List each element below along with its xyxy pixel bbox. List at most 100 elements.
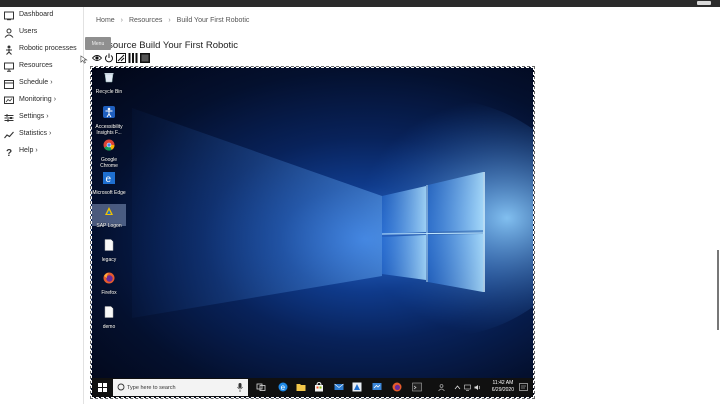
- page-scrollbar[interactable]: [717, 250, 719, 330]
- sidebar-item-label: Help ›: [19, 147, 38, 154]
- firefox-icon: [103, 272, 115, 284]
- app-launcher-icon[interactable]: [352, 382, 362, 392]
- volume-icon[interactable]: [474, 384, 481, 391]
- sidebar-item-label: Users: [19, 28, 38, 35]
- breadcrumb-separator: ›: [120, 17, 123, 24]
- people-icon[interactable]: [438, 384, 445, 391]
- svg-text:e: e: [281, 383, 286, 392]
- desktop-icon-label: Google Chrome: [100, 157, 118, 169]
- network-icon[interactable]: [464, 384, 471, 391]
- screenshot-button[interactable]: [116, 53, 126, 63]
- breadcrumb-home[interactable]: Home: [96, 17, 115, 24]
- firefox-taskbar-icon[interactable]: [392, 382, 402, 392]
- sap-icon: [105, 207, 113, 215]
- sidebar-item-schedule[interactable]: Schedule ›: [0, 76, 84, 92]
- sliders-icon: [4, 114, 14, 122]
- breadcrumb-separator: ›: [168, 17, 171, 24]
- chevron-right-icon: ›: [50, 79, 53, 86]
- desktop-icon-label: demo: [102, 324, 116, 330]
- mouse-cursor-icon: [80, 55, 88, 64]
- search-icon: [117, 383, 125, 391]
- chart-icon: [4, 131, 14, 139]
- breadcrumb-resources[interactable]: Resources: [129, 17, 162, 24]
- recycle-bin-icon: [104, 73, 114, 83]
- search-placeholder: Type here to search: [127, 384, 176, 391]
- desktop-icon-accessibility-insights[interactable]: Accessibility Insights F...: [92, 105, 126, 136]
- sidebar-item-resources[interactable]: Resources: [0, 59, 84, 75]
- clock-time: 11:42 AM: [492, 380, 514, 386]
- windows-start-icon[interactable]: [98, 383, 107, 392]
- sidebar-item-robotic-processes[interactable]: Robotic processes: [0, 42, 84, 58]
- power-button[interactable]: [104, 53, 114, 63]
- windows-wallpaper: [132, 98, 533, 338]
- sidebar: Dashboard Users Robotic processes Resour…: [0, 7, 84, 404]
- desktop-icon-label: SAP Logon: [96, 223, 122, 229]
- clock-date: 6/29/2020: [491, 387, 514, 393]
- breadcrumb-current: Build Your First Robotic: [176, 17, 250, 24]
- screenshot-icon: [116, 53, 126, 63]
- file-icon: [104, 239, 114, 251]
- sidebar-item-label: Dashboard: [19, 11, 54, 18]
- sidebar-item-users[interactable]: Users: [0, 25, 84, 41]
- chevron-right-icon: ›: [49, 130, 52, 137]
- robot-icon: [6, 45, 12, 55]
- calendar-icon: [4, 80, 14, 89]
- notifications-icon[interactable]: [519, 383, 528, 392]
- sidebar-item-settings[interactable]: Settings ›: [0, 110, 84, 126]
- sidebar-item-help[interactable]: ? Help ›: [0, 144, 84, 160]
- chevron-right-icon: ›: [35, 147, 38, 154]
- desktop-icon-sap-logon[interactable]: SAP Logon: [92, 204, 126, 229]
- window-control[interactable]: [697, 1, 711, 5]
- svg-text:?: ?: [6, 148, 12, 157]
- desktop-icon-label: legacy: [101, 257, 117, 263]
- file-icon: [104, 306, 114, 318]
- store-icon[interactable]: [314, 382, 324, 392]
- desktop-icon-google-chrome[interactable]: Google Chrome: [92, 138, 126, 169]
- edge-taskbar-icon[interactable]: e: [278, 382, 288, 392]
- bars-button[interactable]: [128, 53, 138, 63]
- sidebar-item-label: Monitoring ›: [19, 96, 57, 103]
- chevron-right-icon: ›: [46, 113, 49, 120]
- taskbar-search-box[interactable]: Type here to search: [113, 379, 248, 396]
- sidebar-item-monitoring[interactable]: Monitoring ›: [0, 93, 84, 109]
- sidebar-item-label: Resources: [19, 62, 53, 69]
- terminal-icon[interactable]: [412, 382, 422, 392]
- desktop-icon-demo[interactable]: demo: [92, 305, 126, 330]
- microphone-icon[interactable]: [237, 383, 243, 392]
- task-view-icon[interactable]: [256, 382, 266, 392]
- sidebar-item-dashboard[interactable]: Dashboard: [0, 8, 84, 24]
- bars-icon: [128, 53, 138, 63]
- chevron-up-icon[interactable]: [454, 384, 461, 391]
- desktop-icon-firefox[interactable]: Firefox: [92, 271, 126, 296]
- remote-app-icon[interactable]: [372, 382, 382, 392]
- view-button[interactable]: [92, 53, 102, 63]
- stop-button[interactable]: [140, 53, 150, 63]
- desktop-icon-recycle-bin[interactable]: Recycle Bin: [92, 70, 126, 95]
- help-icon: ?: [6, 148, 12, 157]
- mail-icon[interactable]: [334, 382, 344, 392]
- resource-toolbar: [92, 53, 150, 63]
- monitoring-icon: [4, 96, 14, 104]
- svg-text:e: e: [106, 174, 112, 184]
- desktop-icon-label: Recycle Bin: [95, 89, 123, 95]
- top-bar: [0, 0, 720, 7]
- taskbar-clock[interactable]: 11:42 AM 6/29/2020: [492, 380, 514, 394]
- sidebar-item-label: Statistics ›: [19, 130, 52, 137]
- desktop-icon-legacy[interactable]: legacy: [92, 238, 126, 263]
- desktop-icon-label: Firefox: [101, 290, 117, 296]
- desktop-icon-label: Microsoft Edge: [92, 190, 126, 196]
- desktop-icon-microsoft-edge[interactable]: e Microsoft Edge: [92, 171, 126, 196]
- chevron-right-icon: ›: [53, 96, 57, 103]
- users-icon: [4, 28, 14, 38]
- file-explorer-icon[interactable]: [296, 382, 306, 392]
- sidebar-item-statistics[interactable]: Statistics ›: [0, 127, 84, 143]
- sidebar-item-label: Settings ›: [19, 113, 49, 120]
- windows-taskbar: Type here to search e 11:42 AM 6/29/2020: [92, 378, 533, 397]
- page-title: Resource Build Your First Robotic: [96, 40, 239, 51]
- eye-icon: [92, 55, 102, 61]
- edge-icon: e: [103, 172, 115, 185]
- accessibility-icon: [103, 106, 115, 118]
- stop-icon: [140, 53, 150, 63]
- remote-desktop-view[interactable]: Recycle Bin Accessibility Insights F... …: [90, 66, 535, 399]
- desktop-icon-label: Accessibility Insights F...: [95, 124, 123, 136]
